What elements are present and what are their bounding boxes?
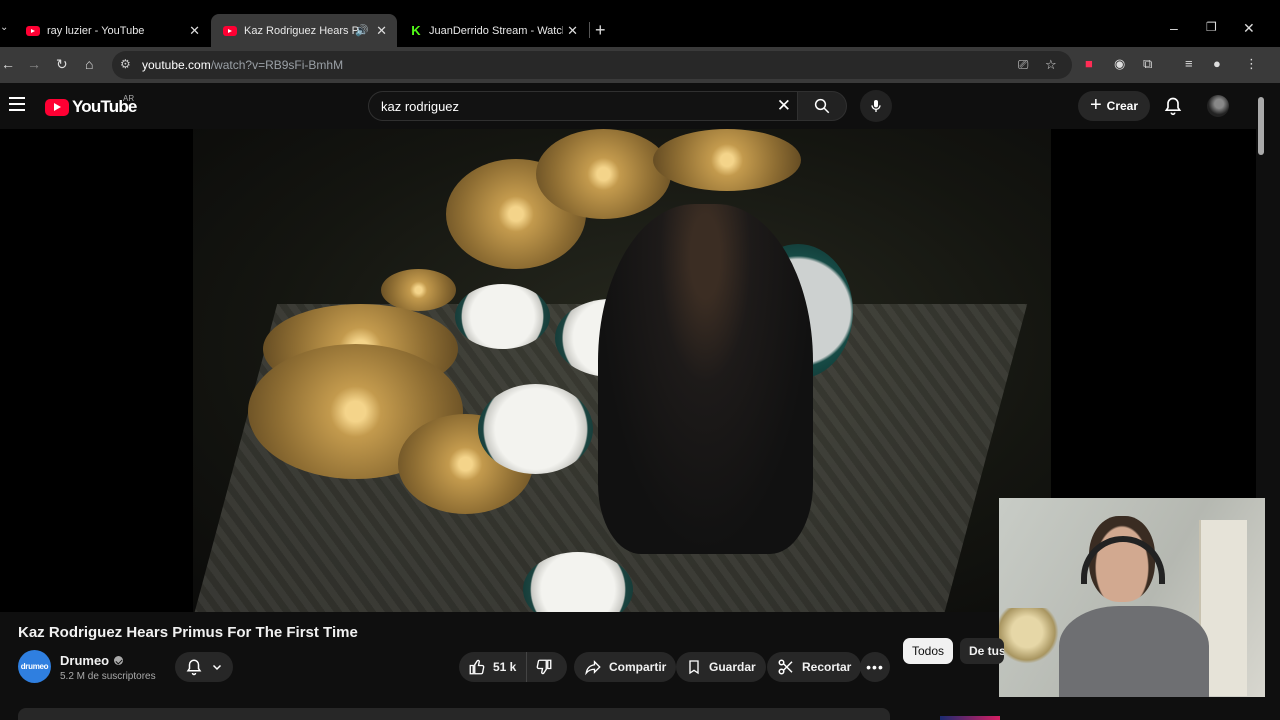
youtube-masthead: YouTube AR kaz rodriguez ✕ + Crear xyxy=(0,83,1280,155)
video-cymbal xyxy=(653,129,801,191)
description-box[interactable] xyxy=(18,708,890,720)
profile-avatar-icon[interactable]: ● xyxy=(1213,56,1221,71)
minimize-icon[interactable]: – xyxy=(1170,20,1178,36)
browser-tab-1[interactable]: ray luzier - YouTube ✕ xyxy=(14,14,210,47)
dislike-button[interactable] xyxy=(527,658,567,676)
share-button[interactable]: Compartir xyxy=(574,652,677,682)
kick-icon: K xyxy=(411,23,421,38)
extensions-puzzle-icon[interactable]: ⧉ xyxy=(1143,56,1152,72)
browser-tab-3[interactable]: K JuanDerrido Stream - Watch Live on Kic… xyxy=(398,14,588,47)
youtube-icon xyxy=(223,25,237,36)
verified-badge-icon xyxy=(114,656,124,665)
video-metadata: Kaz Rodriguez Hears Primus For The First… xyxy=(0,612,1256,720)
restore-icon[interactable]: ❐ xyxy=(1206,20,1217,34)
page-scrollbar[interactable] xyxy=(1258,97,1264,155)
notifications-bell-icon[interactable] xyxy=(1163,96,1183,121)
new-tab-button[interactable]: + xyxy=(595,20,606,41)
video-drummer xyxy=(598,204,813,554)
browser-tab-strip: ⌄ ray luzier - YouTube ✕ Kaz Rodriguez H… xyxy=(0,0,1280,47)
youtube-app: YouTube AR kaz rodriguez ✕ + Crear Kaz R… xyxy=(0,83,1280,720)
chip-all[interactable]: Todos xyxy=(903,638,954,664)
subscription-bell-button[interactable] xyxy=(175,652,233,682)
menu-icon[interactable] xyxy=(9,97,25,115)
extension-camera-icon[interactable]: ◉ xyxy=(1114,56,1125,72)
share-icon xyxy=(585,660,601,676)
bookmark-star-icon[interactable]: ☆ xyxy=(1045,57,1057,73)
recommendation-thumbnail[interactable] xyxy=(940,716,1000,720)
close-tab-icon[interactable]: ✕ xyxy=(567,23,578,39)
plus-icon: + xyxy=(1089,93,1102,116)
youtube-icon xyxy=(26,25,40,36)
back-icon[interactable]: ← xyxy=(1,56,15,72)
tab-title: Kaz Rodriguez Hears Primus For The First… xyxy=(244,24,362,37)
channel-avatar-text: drumeo xyxy=(20,662,49,671)
chevron-down-icon xyxy=(212,664,222,671)
subscriber-count: 5.2 M de suscriptores xyxy=(60,671,156,682)
address-bar[interactable]: ⚙ youtube.com/watch?v=RB9sFi-BmhM ⎚ ☆ xyxy=(112,51,1072,79)
tab-search-chevron-icon[interactable]: ⌄ xyxy=(0,22,8,33)
video-drum xyxy=(455,284,550,349)
like-count: 51 k xyxy=(493,660,517,674)
share-label: Compartir xyxy=(609,660,667,674)
clip-label: Recortar xyxy=(802,660,852,674)
more-actions-button[interactable]: ••• xyxy=(860,652,890,682)
more-dots-icon: ••• xyxy=(866,659,884,675)
video-frame[interactable] xyxy=(193,129,1051,612)
video-drum xyxy=(478,384,593,474)
account-avatar[interactable] xyxy=(1207,95,1229,117)
extension-red-icon[interactable]: ■ xyxy=(1085,56,1093,71)
browser-menu-icon[interactable]: ⋮ xyxy=(1245,56,1258,72)
thumbs-down-icon xyxy=(536,659,551,675)
youtube-logo[interactable]: YouTube AR xyxy=(45,94,137,117)
voice-search-button[interactable] xyxy=(860,90,892,122)
speaker-icon[interactable]: 🔊 xyxy=(355,24,369,37)
install-app-icon[interactable]: ⎚ xyxy=(1018,57,1028,73)
video-cymbal xyxy=(381,269,456,311)
channel-avatar[interactable]: drumeo xyxy=(18,650,51,683)
like-button[interactable]: 51 k xyxy=(459,652,527,682)
tab-separator xyxy=(589,22,590,38)
chip-from-searches[interactable]: De tus búsquedas xyxy=(960,638,1004,664)
channel-name[interactable]: Drumeo xyxy=(60,653,109,668)
reload-icon[interactable]: ↻ xyxy=(56,56,68,73)
home-icon[interactable]: ⌂ xyxy=(85,56,93,72)
thumbs-up-icon xyxy=(469,659,485,675)
browser-tab-2[interactable]: Kaz Rodriguez Hears Primus For The First… xyxy=(211,14,397,47)
url-text[interactable]: youtube.com/watch?v=RB9sFi-BmhM xyxy=(142,58,343,72)
media-control-icon[interactable]: ≡ xyxy=(1185,56,1193,71)
video-title: Kaz Rodriguez Hears Primus For The First… xyxy=(18,624,358,641)
search-button[interactable] xyxy=(797,91,847,121)
browser-toolbar: ← → ↻ ⌂ ⚙ youtube.com/watch?v=RB9sFi-Bmh… xyxy=(0,47,1280,83)
create-button[interactable]: + Crear xyxy=(1078,91,1150,121)
clip-button[interactable]: Recortar xyxy=(767,652,862,682)
search-icon xyxy=(814,98,830,114)
search-input[interactable]: kaz rodriguez ✕ xyxy=(368,91,797,121)
tab-title: JuanDerrido Stream - Watch Live on Kick xyxy=(429,24,563,37)
save-label: Guardar xyxy=(709,660,756,674)
bell-icon xyxy=(186,659,202,676)
like-dislike-group: 51 k xyxy=(459,652,567,682)
youtube-play-icon xyxy=(45,98,69,116)
country-code: AR xyxy=(123,94,135,103)
close-tab-icon[interactable]: ✕ xyxy=(376,23,387,39)
save-button[interactable]: Guardar xyxy=(676,652,766,682)
clear-search-icon[interactable]: ✕ xyxy=(777,96,791,116)
site-settings-icon[interactable]: ⚙ xyxy=(120,57,131,71)
tab-title: ray luzier - YouTube xyxy=(47,24,145,37)
create-label: Crear xyxy=(1106,99,1139,113)
close-window-icon[interactable]: ✕ xyxy=(1243,20,1255,37)
scissors-icon xyxy=(778,659,793,675)
close-tab-icon[interactable]: ✕ xyxy=(189,23,200,39)
forward-icon[interactable]: → xyxy=(27,56,41,72)
bookmark-icon xyxy=(689,660,699,675)
microphone-icon xyxy=(871,100,881,112)
video-cymbal xyxy=(536,129,671,219)
channel-name-row[interactable]: Drumeo xyxy=(60,653,124,668)
search-query[interactable]: kaz rodriguez xyxy=(381,99,459,114)
